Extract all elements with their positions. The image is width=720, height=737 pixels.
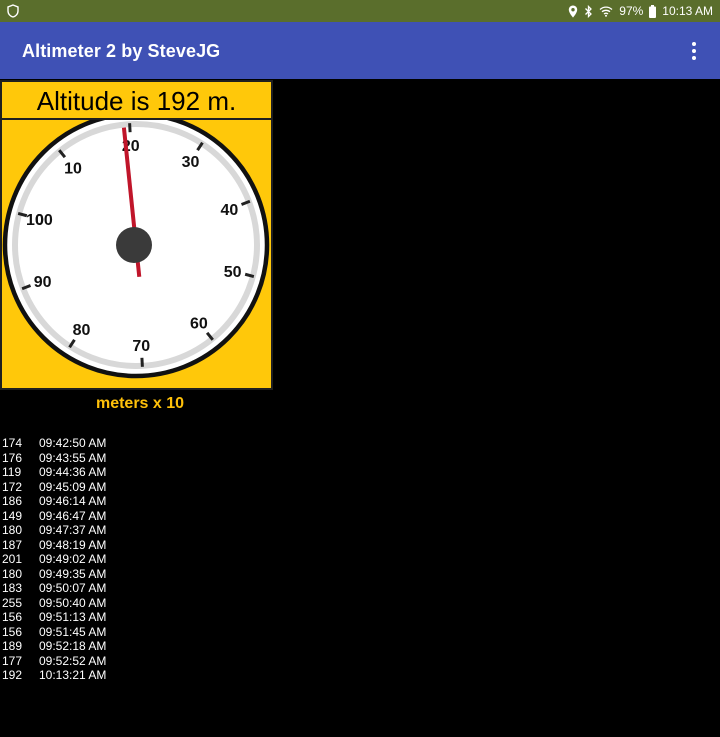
location-icon <box>568 5 578 18</box>
log-row: 172 09:45:09 AM <box>2 480 106 495</box>
log-row: 183 09:50:07 AM <box>2 581 106 596</box>
log-timestamp: 10:13:21 AM <box>39 668 107 682</box>
log-altitude: 183 <box>2 581 23 595</box>
log-altitude: 156 <box>2 610 23 624</box>
log-timestamp: 09:52:52 AM <box>39 653 107 668</box>
battery-icon <box>649 4 657 18</box>
log-timestamp: 09:49:35 AM <box>39 566 107 581</box>
dial-label: 60 <box>190 316 208 333</box>
log-timestamp: 09:52:18 AM <box>39 639 107 653</box>
dial-label: 100 <box>26 212 53 229</box>
log-timestamp: 09:51:13 AM <box>39 610 107 624</box>
log-altitude: 172 <box>2 479 23 494</box>
units-caption: meters x 10 <box>95 395 185 412</box>
app-title: Altimeter 2 by SteveJG <box>22 41 221 61</box>
log-altitude: 189 <box>2 639 23 653</box>
reading-log: 174 09:42:50 AM 176 09:43:55 AM 119 09:44:36 … <box>2 436 106 683</box>
log-altitude: 201 <box>2 552 23 566</box>
log-timestamp: 09:45:09 AM <box>39 479 107 494</box>
log-altitude: 180 <box>2 566 23 581</box>
log-timestamp: 09:49:02 AM <box>39 552 107 566</box>
altimeter-dial: 0102030405060708090100 <box>2 120 270 379</box>
log-altitude: 176 <box>2 450 23 465</box>
more-vert-icon[interactable] <box>684 41 704 61</box>
log-row: 189 09:52:18 AM <box>2 639 106 654</box>
log-row: 186 09:46:14 AM <box>2 494 106 509</box>
battery-percent: 97% <box>619 4 644 18</box>
log-row: 156 09:51:13 AM <box>2 610 106 625</box>
shield-icon <box>7 4 19 23</box>
dial-label: 10 <box>64 160 82 177</box>
dial-label: 70 <box>132 338 150 355</box>
log-row: 174 09:42:50 AM <box>2 436 106 451</box>
log-row: 187 09:48:19 AM <box>2 538 106 553</box>
log-row: 201 09:49:02 AM <box>2 552 106 567</box>
log-row: 177 09:52:52 AM <box>2 654 106 669</box>
log-timestamp: 09:42:50 AM <box>39 436 107 450</box>
log-altitude: 180 <box>2 523 23 537</box>
log-timestamp: 09:48:19 AM <box>39 537 107 552</box>
log-altitude: 187 <box>2 537 23 552</box>
log-altitude: 174 <box>2 436 23 450</box>
log-timestamp: 09:46:47 AM <box>39 508 107 523</box>
log-altitude: 149 <box>2 508 23 523</box>
wifi-icon <box>599 5 613 17</box>
log-altitude: 255 <box>2 595 23 610</box>
log-row: 192 10:13:21 AM <box>2 668 106 683</box>
log-row: 255 09:50:40 AM <box>2 596 106 611</box>
app-bar: Altimeter 2 by SteveJG <box>0 22 720 79</box>
log-row: 119 09:44:36 AM <box>2 465 106 480</box>
dial-label: 80 <box>73 322 91 339</box>
log-altitude: 119 <box>2 465 22 479</box>
bluetooth-icon <box>584 4 593 18</box>
dial-label: 50 <box>224 264 242 281</box>
log-timestamp: 09:50:07 AM <box>39 581 107 595</box>
status-time: 10:13 AM <box>662 4 713 18</box>
dial-label: 90 <box>34 274 52 291</box>
log-timestamp: 09:46:14 AM <box>39 494 107 508</box>
log-altitude: 177 <box>2 653 23 668</box>
dial-label: 40 <box>220 202 238 219</box>
log-timestamp: 09:44:36 AM <box>39 465 107 479</box>
log-row: 176 09:43:55 AM <box>2 451 106 466</box>
log-row: 149 09:46:47 AM <box>2 509 106 524</box>
log-row: 180 09:49:35 AM <box>2 567 106 582</box>
needle-hub <box>116 227 152 263</box>
log-timestamp: 09:43:55 AM <box>39 450 107 465</box>
log-row: 180 09:47:37 AM <box>2 523 106 538</box>
altitude-readout: Altitude is 192 m. <box>36 86 237 116</box>
log-timestamp: 09:51:45 AM <box>39 624 107 639</box>
log-altitude: 156 <box>2 624 23 639</box>
log-timestamp: 09:47:37 AM <box>39 523 107 537</box>
log-timestamp: 09:50:40 AM <box>39 595 107 610</box>
log-altitude: 192 <box>2 668 23 682</box>
altimeter-gauge-panel: Altitude is 192 m. 0 10 20 30 40 50 60 70 80 90 10… <box>0 80 273 390</box>
dial-label: 30 <box>182 154 200 171</box>
log-altitude: 186 <box>2 494 23 508</box>
status-bar: 97% 10:13 AM <box>0 0 720 22</box>
log-row: 156 09:51:45 AM <box>2 625 106 640</box>
